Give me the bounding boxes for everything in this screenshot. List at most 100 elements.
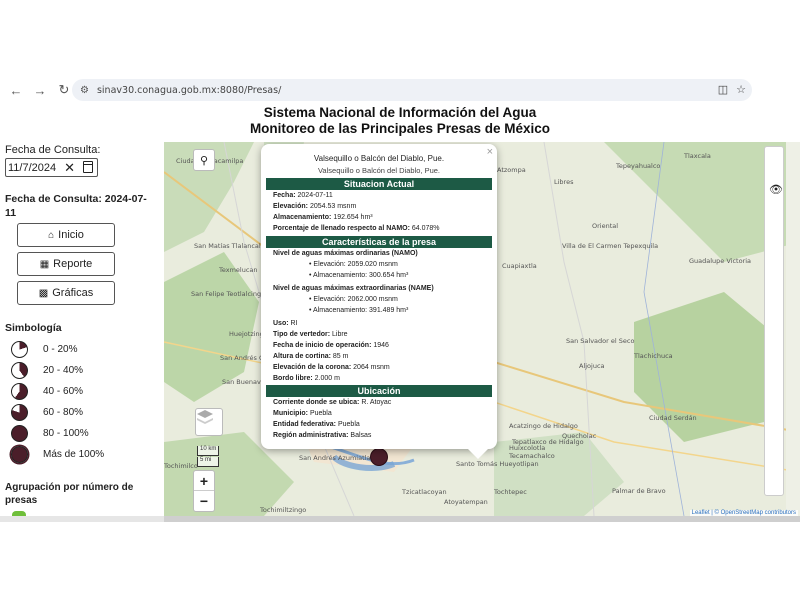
map-place: Santo Tomás Hueyotlipan	[456, 460, 539, 468]
right-panel[interactable]: 👁	[764, 146, 784, 496]
reporte-label: Reporte	[53, 258, 93, 270]
site-info-icon[interactable]: ⚙	[80, 85, 89, 96]
elevacion-row: Elevación: 2054.53 msnm	[273, 203, 357, 210]
map-place: Atoyatempan	[444, 498, 488, 506]
map-place: Acatzingo de Hidalgo	[509, 422, 578, 430]
map-place: Tochtepec	[494, 488, 527, 496]
scale-km: 10 km	[197, 446, 220, 456]
legend-label: Más de 100%	[43, 449, 105, 460]
altura-row: Altura de cortina: 85 m	[273, 353, 349, 360]
map-scale: 10 km 5 mi	[197, 446, 220, 468]
map-place: Tochimiltzingo	[260, 506, 307, 514]
install-app-icon[interactable]: ◫	[718, 83, 728, 96]
map-place: Tlachichuca	[634, 352, 673, 360]
agrupacion-title: Agrupación por número de presas	[5, 482, 134, 506]
pie-icon	[11, 341, 28, 358]
inicio-label: Inicio	[58, 229, 84, 241]
section-caracteristicas: Características de la presa	[266, 236, 492, 248]
map[interactable]: Ciudad Nanacamilpa Tepeyahualco Libres A…	[164, 142, 800, 516]
pie-icon	[11, 383, 28, 400]
name-row: Nivel de aguas máximas extraordinarias (…	[273, 285, 434, 292]
chart-icon: ▩	[38, 287, 49, 299]
home-icon: ⌂	[48, 229, 55, 241]
map-place: Tepeyahualco	[616, 162, 661, 170]
legend-label: 60 - 80%	[43, 407, 84, 418]
fecha-row: Fecha: 2024-07-11	[273, 192, 333, 199]
uso-row: Uso: RI	[273, 320, 298, 327]
map-place: Tecamachalco	[509, 452, 555, 460]
map-place: Oriental	[592, 222, 619, 230]
map-place: San Salvador el Seco	[566, 337, 635, 345]
address-bar[interactable]: ⚙ sinav30.conagua.gob.mx:8080/Presas/ ◫ …	[72, 79, 752, 101]
almacenamiento-row: Almacenamiento: 192.654 hm³	[273, 214, 373, 221]
legend-item-80-100: 80 - 100%	[11, 424, 151, 443]
vertedor-row: Tipo de vertedor: Libre	[273, 331, 348, 338]
page-margin-top	[0, 0, 800, 78]
namo-row: Nivel de aguas máximas ordinarias (NAMO)	[273, 250, 418, 257]
map-place: Tzicatlacoyan	[402, 488, 447, 496]
inicio-operacion-row: Fecha de inicio de operación: 1946	[273, 342, 389, 349]
namo-almacenamiento: • Almacenamiento: 300.654 hm³	[309, 272, 409, 279]
legend-item-20-40: 20 - 40%	[11, 361, 151, 380]
graficas-button[interactable]: ▩ Gráficas	[17, 281, 115, 305]
map-place: Cuapiaxtla	[502, 262, 537, 270]
layers-icon	[197, 410, 213, 424]
map-place: San Andrés Azumiatla	[299, 454, 371, 462]
browser-toolbar: ← → ↻ ⚙ sinav30.conagua.gob.mx:8080/Pres…	[0, 78, 800, 175]
map-place: Texmelucan	[219, 266, 258, 274]
forward-icon[interactable]: →	[28, 78, 52, 102]
graficas-label: Gráficas	[52, 287, 94, 299]
pie-icon	[11, 362, 28, 379]
pie-icon	[11, 425, 28, 442]
map-place: Huixcolotla	[509, 444, 546, 452]
legend-label: 20 - 40%	[43, 365, 84, 376]
clear-date-icon[interactable]: ✕	[64, 160, 75, 176]
zoom-control: + −	[193, 470, 215, 512]
map-edge	[786, 142, 800, 516]
page-title: Sistema Nacional de Información del Agua	[263, 105, 537, 120]
page-subtitle: Monitoreo de las Principales Presas de M…	[249, 121, 551, 136]
dam-marker[interactable]	[370, 448, 388, 466]
map-place: Atzompa	[497, 166, 526, 174]
map-place: Ciudad Serdán	[649, 414, 697, 422]
reporte-button[interactable]: ▦ Reporte	[17, 252, 115, 276]
map-place: Palmar de Bravo	[612, 487, 666, 495]
layers-button[interactable]	[195, 408, 223, 436]
legend-item-0-20: 0 - 20%	[11, 340, 151, 359]
page-margin-bottom	[0, 522, 800, 600]
consult-date-text: Fecha de Consulta: 2024-07-11	[5, 193, 147, 219]
inicio-button[interactable]: ⌂ Inicio	[17, 223, 115, 247]
legend-label: 80 - 100%	[43, 428, 89, 439]
entidad-row: Entidad federativa: Puebla	[273, 421, 360, 428]
pie-icon	[11, 404, 28, 421]
page-header: Sistema Nacional de Información del Agua…	[0, 105, 800, 137]
date-input[interactable]: 11/7/2024 ✕	[5, 158, 98, 177]
date-label: Fecha de Consulta:	[5, 144, 101, 156]
table-icon: ▦	[39, 258, 50, 270]
map-place: Libres	[554, 178, 574, 186]
legend-item-60-80: 60 - 80%	[11, 403, 151, 422]
map-place: San Felipe Teotlalcingo	[191, 290, 266, 298]
legend-item-40-60: 40 - 60%	[11, 382, 151, 401]
search-icon: ⚲	[199, 154, 209, 167]
simbologia-title: Simbología	[5, 322, 62, 334]
date-value[interactable]: 11/7/2024	[8, 162, 56, 174]
popup-title: Valsequillo o Balcón del Diablo, Pue.	[313, 154, 445, 163]
corriente-row: Corriente donde se ubica: R. Atoyac	[273, 399, 392, 406]
map-place: Villa de El Carmen Tepexquila	[562, 242, 659, 250]
sidebar: Fecha de Consulta: 11/7/2024 ✕ Fecha de …	[0, 142, 160, 522]
url-text[interactable]: sinav30.conagua.gob.mx:8080/Presas/	[97, 85, 281, 96]
name-elevacion: • Elevación: 2062.000 msnm	[309, 296, 398, 303]
zoom-in-button[interactable]: +	[194, 471, 214, 491]
scale-mi: 5 mi	[197, 457, 220, 467]
legend-label: 40 - 60%	[43, 386, 84, 397]
calendar-icon[interactable]	[83, 161, 93, 173]
bookmark-star-icon[interactable]: ☆	[736, 83, 746, 96]
map-search-button[interactable]: ⚲	[193, 149, 215, 171]
zoom-out-button[interactable]: −	[194, 491, 214, 511]
popup-tip	[468, 449, 488, 459]
porcentaje-row: Porcentaje de llenado respecto al NAMO: …	[273, 225, 440, 232]
back-icon[interactable]: ←	[4, 78, 28, 102]
eye-icon[interactable]: 👁	[769, 183, 783, 196]
map-place: Aljojuca	[579, 362, 605, 370]
